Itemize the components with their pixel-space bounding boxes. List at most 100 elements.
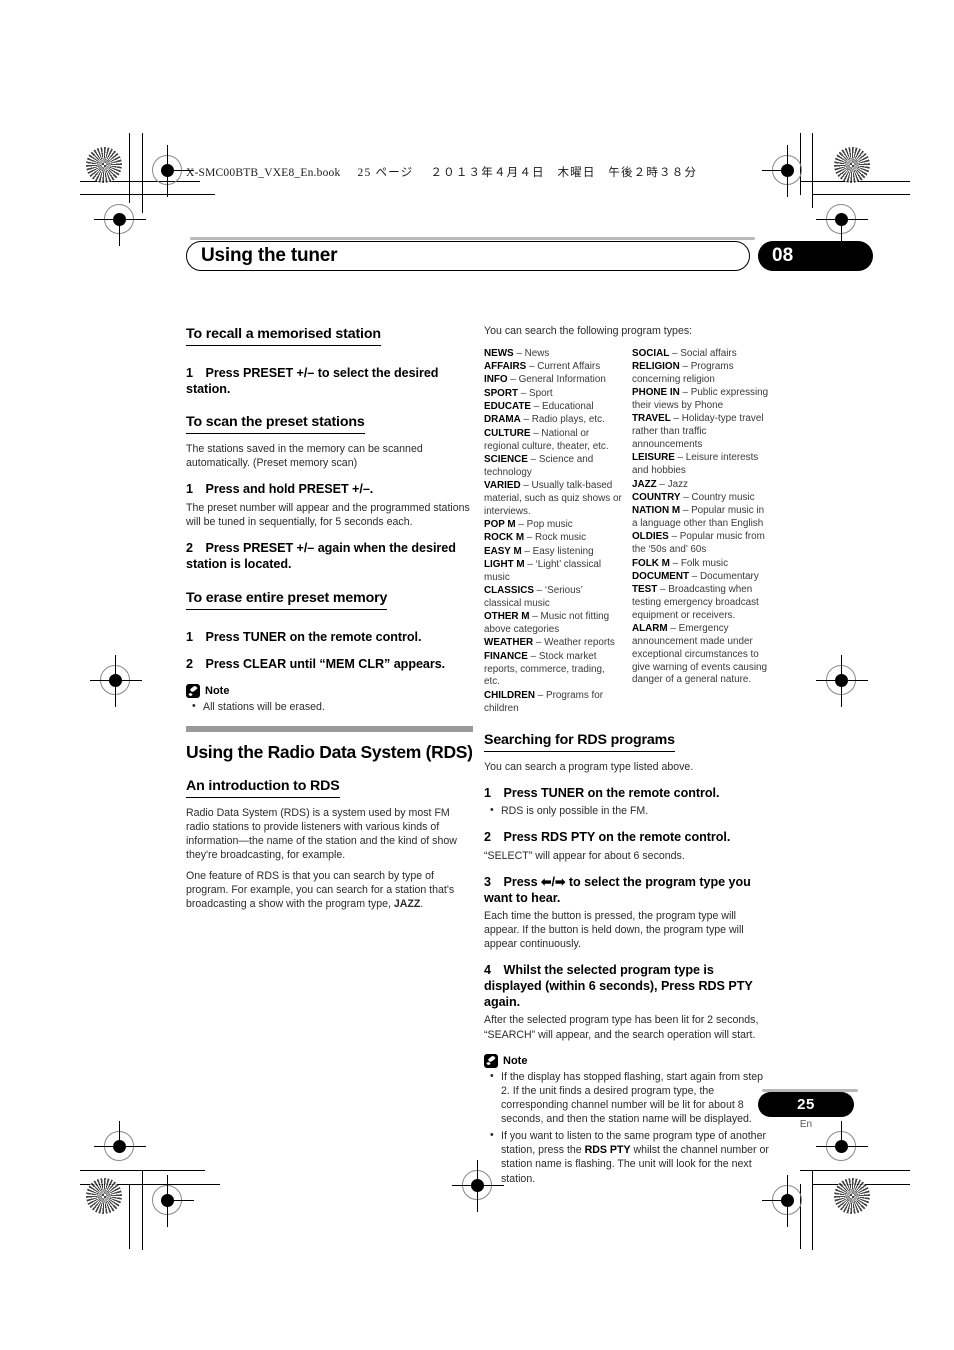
pty-list-item: CULTURE – National or regional culture, … [484, 428, 622, 454]
pty-code: SOCIAL [632, 347, 670, 359]
density-target [834, 147, 870, 183]
pty-list-item: NATION M – Popular music in a language o… [632, 505, 770, 531]
pty-code: SPORT [484, 387, 519, 399]
pty-code: JAZZ [632, 478, 657, 490]
pty-code: EDUCATE [484, 401, 531, 413]
registration-mark [152, 1175, 194, 1227]
step-search-1-bullets: RDS is only possible in the FM. [484, 803, 771, 818]
pty-list-item: DOCUMENT – Documentary [632, 571, 770, 584]
pty-code: OLDIES [632, 531, 669, 543]
chapter-bar-shadow [190, 237, 755, 240]
chapter-title-bar: Using the tuner [186, 241, 750, 271]
crop-mark [812, 1170, 813, 1250]
step-search-2: 2 Press RDS PTY on the remote control. [484, 830, 731, 845]
note-label: Note [503, 1054, 528, 1067]
crop-mark [800, 1170, 910, 1171]
pty-list-item: CHILDREN – Programs for children [484, 690, 622, 716]
pty-list-item: COUNTRY – Country music [632, 492, 770, 505]
pty-list-item: RELIGION – Programs concerning religion [632, 361, 770, 387]
rds-intro-paragraph-2: One feature of RDS is that you can searc… [186, 869, 473, 911]
crop-mark [129, 1184, 130, 1249]
pty-list-item: FOLK M – Folk music [632, 558, 770, 571]
pty-list-item: ROCK M – Rock music [484, 532, 622, 545]
pty-list-item: SPORT – Sport [484, 388, 622, 401]
pty-code: TRAVEL [632, 413, 671, 425]
pty-list-item: WEATHER – Weather reports [484, 637, 622, 650]
crop-mark [80, 194, 215, 195]
pty-code: NATION M [632, 505, 681, 517]
pty-intro-text: You can search the following program typ… [484, 325, 693, 337]
pty-list-item: FINANCE – Stock market reports, commerce… [484, 651, 622, 689]
density-target [86, 1178, 122, 1214]
registration-mark [816, 655, 868, 707]
note-list-search: If the display has stopped flashing, sta… [484, 1069, 771, 1186]
pty-code: COUNTRY [632, 491, 681, 503]
chapter-title: Using the tuner [201, 245, 338, 266]
print-date: ２０１３年４月４日 木曜日 午後２時３８分 [430, 167, 698, 179]
pty-list-item: CLASSICS – ‘Serious’ classical music [484, 585, 622, 611]
pty-list-item: EDUCATE – Educational [484, 401, 622, 414]
list-item: If the display has stopped flashing, sta… [490, 1069, 771, 1127]
step-scan-2: 2 Press PRESET +/– again when the desire… [186, 540, 456, 571]
pty-code: NEWS [484, 347, 514, 359]
registration-mark [762, 1175, 802, 1227]
pty-code: PHONE IN [632, 387, 680, 399]
pty-list-item: LEISURE – Leisure interests and hobbies [632, 452, 770, 478]
pty-description: – General Information [507, 374, 606, 386]
pty-list-item: POP M – Pop music [484, 519, 622, 532]
note-header-search: Note [484, 1053, 771, 1068]
pty-code: INFO [484, 374, 508, 386]
heading-introduction-to-rds: An introduction to RDS [186, 778, 340, 798]
pty-description: – News [513, 347, 550, 359]
pty-list-item: TEST – Broadcasting when testing emergen… [632, 584, 770, 622]
pty-description: – Jazz [656, 478, 688, 490]
pty-code: TEST [632, 584, 658, 596]
pty-code: DRAMA [484, 414, 521, 426]
pty-description: – Rock music [524, 532, 587, 544]
rds-p2-jazz: JAZZ [393, 898, 421, 911]
crop-mark [142, 1170, 143, 1250]
chapter-number-badge: 08 [758, 241, 873, 271]
note-pencil-icon [484, 1053, 498, 1068]
right-column: You can search the following program typ… [484, 325, 771, 1194]
pty-code: LIGHT M [484, 559, 525, 571]
pty-list-item: INFO – General Information [484, 374, 622, 387]
pty-code: EASY M [484, 545, 522, 557]
note-label: Note [205, 685, 230, 698]
density-target [834, 1178, 870, 1214]
note2-rds-pty: RDS PTY [584, 1144, 631, 1157]
pty-list-item: JAZZ – Jazz [632, 479, 770, 492]
pty-list-item: DRAMA – Radio plays, etc. [484, 414, 622, 427]
note-list-erase: All stations will be erased. [186, 699, 473, 714]
pty-code: VARIED [484, 480, 521, 492]
pty-description: – Weather reports [533, 637, 615, 649]
pty-description: – Social affairs [669, 347, 737, 359]
note-header-erase: Note [186, 684, 473, 699]
pty-code: CHILDREN [484, 689, 536, 701]
registration-mark [94, 204, 146, 246]
pty-list-item: TRAVEL – Holiday-type travel rather than… [632, 413, 770, 451]
note-pencil-icon [186, 684, 200, 699]
pty-code: ALARM [632, 623, 668, 635]
step-search-3: 3 Press ⬅/➡ to select the program type y… [484, 874, 751, 905]
scan-intro-text: The stations saved in the memory can be … [186, 443, 423, 470]
registration-mark [816, 1121, 868, 1161]
list-item: RDS is only possible in the FM. [490, 803, 771, 818]
pty-code: POP M [484, 519, 516, 531]
pty-list-item: EASY M – Easy listening [484, 546, 622, 559]
registration-mark [152, 145, 194, 197]
pty-code: RELIGION [632, 361, 680, 373]
rds-p2-text-b: . [420, 898, 424, 911]
pty-description: – Sport [518, 387, 553, 399]
page-label: 25 ページ [357, 167, 414, 179]
pty-code: SCIENCE [484, 453, 528, 465]
crop-mark [129, 133, 130, 203]
pty-list-item: AFFAIRS – Current Affairs [484, 361, 622, 374]
pty-list-item: ALARM – Emergency announcement made unde… [632, 623, 770, 687]
pty-description: – Educational [531, 401, 594, 413]
pty-description: – Current Affairs [526, 361, 601, 373]
pty-list-item: OTHER M – Music not fitting above catego… [484, 611, 622, 637]
crop-mark [812, 133, 813, 208]
heading-recall-memorised-station: To recall a memorised station [186, 326, 381, 347]
step-erase-2: 2 Press CLEAR until “MEM CLR” appears. [186, 657, 446, 672]
